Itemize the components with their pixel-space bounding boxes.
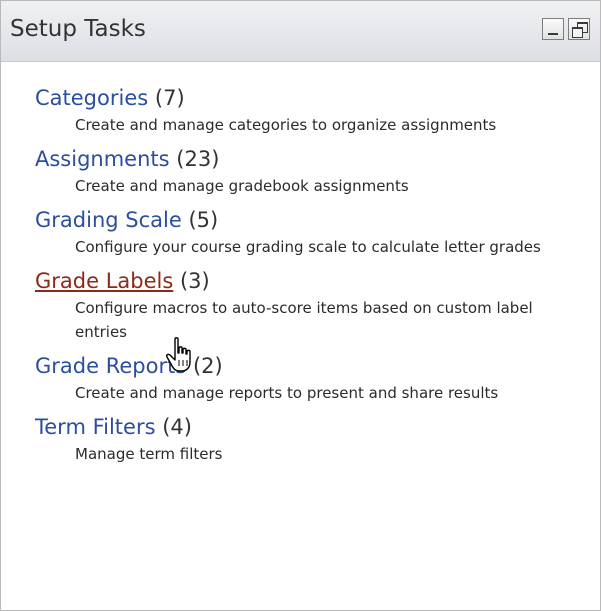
- task-heading: Assignments (23): [35, 145, 600, 174]
- task-count: (23): [176, 147, 220, 171]
- grading-scale-link[interactable]: Grading Scale: [35, 208, 182, 232]
- task-heading: Grade Labels (3): [35, 267, 600, 296]
- task-list: Categories (7) Create and manage categor…: [1, 62, 600, 466]
- task-heading: Grade Reports (2): [35, 352, 600, 381]
- setup-tasks-panel: Setup Tasks Categories (7) Create and ma…: [0, 0, 601, 611]
- list-item: Term Filters (4) Manage term filters: [35, 413, 600, 466]
- task-description: Configure macros to auto-score items bas…: [75, 299, 533, 341]
- minimize-button[interactable]: [542, 18, 564, 40]
- task-heading: Categories (7): [35, 84, 600, 113]
- grade-reports-link[interactable]: Grade Reports: [35, 354, 186, 378]
- list-item: Categories (7) Create and manage categor…: [35, 84, 600, 137]
- task-count: (7): [154, 86, 185, 110]
- list-item: Grading Scale (5) Configure your course …: [35, 206, 600, 259]
- task-count: (3): [179, 269, 210, 293]
- task-description: Create and manage reports to present and…: [75, 384, 499, 402]
- task-count: (4): [162, 415, 192, 439]
- panel-title: Setup Tasks: [10, 16, 146, 42]
- grade-labels-link[interactable]: Grade Labels: [35, 269, 173, 293]
- task-description: Create and manage gradebook assignments: [75, 177, 409, 195]
- list-item: Grade Labels (3) Configure macros to aut…: [35, 267, 600, 344]
- task-description: Create and manage categories to organize…: [75, 116, 497, 134]
- list-item: Grade Reports (2) Create and manage repo…: [35, 352, 600, 405]
- panel-header: Setup Tasks: [1, 1, 600, 62]
- minimize-icon: [548, 33, 558, 35]
- task-description: Manage term filters: [75, 445, 223, 463]
- list-item: Assignments (23) Create and manage grade…: [35, 145, 600, 198]
- assignments-link[interactable]: Assignments: [35, 147, 170, 171]
- task-count: (2): [192, 354, 223, 378]
- header-controls: [542, 18, 590, 40]
- restore-button[interactable]: [568, 18, 590, 40]
- term-filters-link[interactable]: Term Filters: [35, 415, 156, 439]
- categories-link[interactable]: Categories: [35, 86, 148, 110]
- task-description: Configure your course grading scale to c…: [75, 238, 541, 256]
- task-heading: Term Filters (4): [35, 413, 600, 442]
- restore-icon-front: [572, 27, 583, 38]
- task-heading: Grading Scale (5): [35, 206, 600, 235]
- task-count: (5): [188, 208, 219, 232]
